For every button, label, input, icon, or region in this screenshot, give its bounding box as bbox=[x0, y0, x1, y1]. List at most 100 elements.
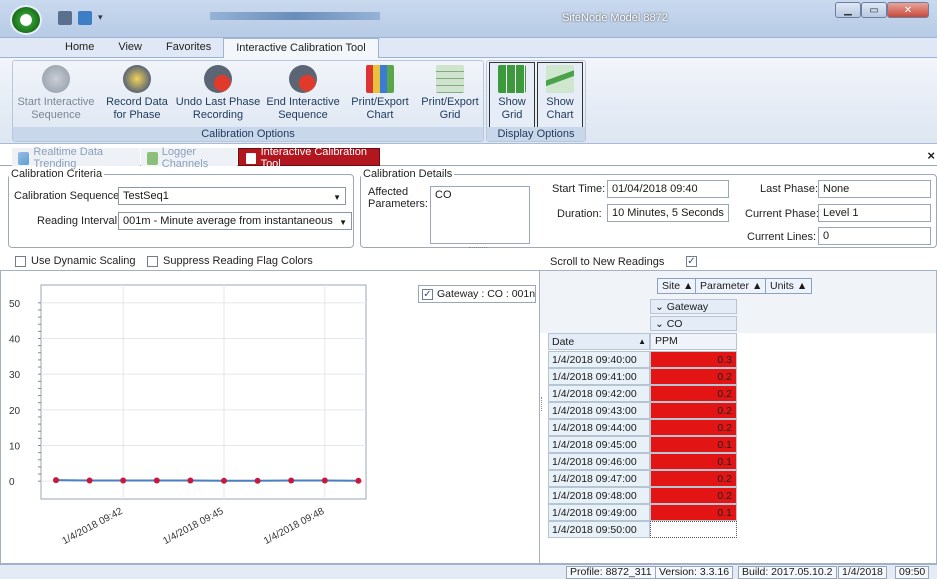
menu-favorites[interactable]: Favorites bbox=[154, 38, 223, 58]
data-point bbox=[120, 477, 127, 484]
scroll-new-readings-label: Scroll to New Readings bbox=[550, 256, 665, 268]
table-row-value[interactable]: 0.1 bbox=[650, 453, 737, 470]
maximize-icon[interactable]: ▭ bbox=[861, 2, 887, 18]
menu-home[interactable]: Home bbox=[53, 38, 106, 58]
tab-realtime-data-trending[interactable]: Realtime Data Trending bbox=[12, 146, 140, 170]
print-export-chart-button[interactable]: Print/Export Chart bbox=[347, 63, 413, 122]
start-interactive-sequence-button[interactable]: Start Interactive Sequence bbox=[15, 63, 97, 122]
status-profile: Profile: 8872_311 bbox=[566, 566, 656, 579]
table-row-value[interactable]: 0.1 bbox=[650, 436, 737, 453]
site-group-header[interactable]: ⌄ Gateway bbox=[650, 299, 737, 314]
data-point bbox=[187, 477, 194, 484]
data-point bbox=[86, 477, 93, 484]
display-options-group: Show Grid Show Chart Display Options bbox=[486, 60, 586, 142]
show-grid-button[interactable]: Show Grid bbox=[489, 62, 535, 128]
y-tick-label: 0 bbox=[9, 477, 15, 488]
suppress-flag-colors-checkbox[interactable] bbox=[147, 256, 158, 267]
suppress-flag-colors-label: Suppress Reading Flag Colors bbox=[163, 255, 313, 267]
parameter-group-header[interactable]: ⌄ CO bbox=[650, 316, 737, 331]
table-row-value[interactable]: 0.3 bbox=[650, 351, 737, 368]
data-point bbox=[355, 477, 362, 484]
button-label: Chart bbox=[366, 109, 394, 121]
calibration-sequence-label: Calibration Sequence: bbox=[14, 190, 123, 202]
table-row-value[interactable]: 0.1 bbox=[650, 504, 737, 521]
duration-value: 10 Minutes, 5 Seconds bbox=[607, 204, 729, 222]
date-column-header[interactable]: Date ▲ bbox=[548, 333, 650, 350]
table-row-value[interactable] bbox=[650, 521, 737, 538]
table-row-value[interactable]: 0.2 bbox=[650, 487, 737, 504]
parameter-column-chip[interactable]: Parameter ▲ bbox=[695, 278, 768, 294]
menu-interactive-calibration-tool[interactable]: Interactive Calibration Tool bbox=[223, 38, 379, 58]
end-interactive-sequence-button[interactable]: End Interactive Sequence bbox=[263, 63, 343, 122]
title-bar: ▾ SiteNode Model 8872 ▁ ▭ ✕ bbox=[0, 0, 937, 38]
table-row-date[interactable]: 1/4/2018 09:50:00 bbox=[548, 521, 650, 538]
legend-checkbox[interactable]: ✓ bbox=[422, 288, 433, 300]
button-label: Chart bbox=[546, 109, 574, 121]
current-lines-label: Current Lines: bbox=[747, 231, 817, 243]
splitter-handle-vertical[interactable] bbox=[541, 397, 544, 411]
window-title: SiteNode Model 8872 bbox=[562, 12, 668, 24]
table-row-value[interactable]: 0.2 bbox=[650, 385, 737, 402]
table-row-value[interactable]: 0.2 bbox=[650, 470, 737, 487]
calibration-icon bbox=[245, 151, 257, 165]
tab-logger-channels[interactable]: Logger Channels bbox=[141, 146, 237, 170]
dynamic-scaling-checkbox[interactable] bbox=[15, 256, 26, 267]
close-tab-icon[interactable]: × bbox=[927, 148, 935, 163]
table-row-date[interactable]: 1/4/2018 09:46:00 bbox=[548, 453, 650, 470]
button-label: End Interactive bbox=[266, 96, 340, 108]
x-tick-label: 1/4/2018 09:42 bbox=[61, 506, 125, 547]
site-column-chip[interactable]: Site ▲ bbox=[657, 278, 699, 294]
select-value: 001m - Minute average from instantaneous bbox=[123, 215, 333, 227]
data-point bbox=[288, 477, 295, 484]
chevron-down-icon: ▼ bbox=[333, 193, 341, 202]
record-data-button[interactable]: Record Data for Phase bbox=[101, 63, 173, 122]
status-bar: Profile: 8872_311 Version: 3.3.16 Build:… bbox=[0, 564, 937, 579]
table-row-date[interactable]: 1/4/2018 09:41:00 bbox=[548, 368, 650, 385]
last-phase-label: Last Phase: bbox=[760, 183, 819, 195]
close-window-icon[interactable]: ✕ bbox=[887, 2, 929, 18]
units-column-chip[interactable]: Units ▲ bbox=[765, 278, 813, 294]
data-point bbox=[321, 477, 328, 484]
current-phase-label: Current Phase: bbox=[745, 208, 819, 220]
chevron-down-icon: ▼ bbox=[339, 218, 347, 227]
chart-panel: 50 40 30 20 10 0 1/4/2018 09:42 1/4/2018 09:45 1… bbox=[0, 270, 541, 564]
table-row-value[interactable]: 0.2 bbox=[650, 368, 737, 385]
chip-label: Parameter bbox=[700, 280, 750, 292]
menu-view[interactable]: View bbox=[106, 38, 154, 58]
data-point bbox=[153, 477, 160, 484]
undo-last-phase-button[interactable]: Undo Last Phase Recording bbox=[175, 63, 261, 122]
start-sequence-icon bbox=[42, 65, 70, 93]
minimize-icon[interactable]: ▁ bbox=[835, 2, 861, 18]
show-chart-button[interactable]: Show Chart bbox=[537, 62, 583, 128]
table-row-date[interactable]: 1/4/2018 09:48:00 bbox=[548, 487, 650, 504]
button-label: Undo Last Phase bbox=[175, 96, 261, 108]
y-tick-label: 40 bbox=[9, 335, 21, 346]
sort-asc-icon: ▲ bbox=[638, 337, 646, 346]
button-label: Grid bbox=[501, 109, 523, 121]
series-line bbox=[55, 479, 359, 482]
table-row-date[interactable]: 1/4/2018 09:40:00 bbox=[548, 351, 650, 368]
table-row-value[interactable]: 0.2 bbox=[650, 419, 737, 436]
tab-interactive-calibration-tool[interactable]: Interactive Calibration Tool bbox=[238, 146, 380, 170]
table-row-date[interactable]: 1/4/2018 09:47:00 bbox=[548, 470, 650, 487]
undo-phase-icon bbox=[204, 65, 232, 93]
table-row-date[interactable]: 1/4/2018 09:42:00 bbox=[548, 385, 650, 402]
scroll-new-readings-checkbox[interactable]: ✓ bbox=[686, 256, 697, 267]
group-label: Calibration Options bbox=[13, 127, 483, 141]
calibration-sequence-select[interactable]: TestSeq1 ▼ bbox=[118, 187, 346, 205]
table-row-date[interactable]: 1/4/2018 09:45:00 bbox=[548, 436, 650, 453]
table-row-date[interactable]: 1/4/2018 09:43:00 bbox=[548, 402, 650, 419]
current-phase-value: Level 1 bbox=[818, 204, 931, 222]
splitter-handle[interactable] bbox=[469, 247, 487, 249]
table-row-date[interactable]: 1/4/2018 09:44:00 bbox=[548, 419, 650, 436]
button-label: Print/Export bbox=[421, 96, 479, 108]
table-row-date[interactable]: 1/4/2018 09:49:00 bbox=[548, 504, 650, 521]
table-row-value[interactable]: 0.2 bbox=[650, 402, 737, 419]
button-label: Start Interactive bbox=[17, 96, 95, 108]
chart-legend[interactable]: ✓ Gateway : CO : 001n bbox=[418, 285, 536, 303]
reading-interval-select[interactable]: 001m - Minute average from instantaneous… bbox=[118, 212, 352, 230]
affected-parameters-list[interactable]: CO bbox=[430, 186, 530, 244]
group-label: Display Options bbox=[487, 127, 585, 141]
calibration-criteria-panel: Calibration Criteria bbox=[8, 168, 354, 248]
print-export-grid-button[interactable]: Print/Export Grid bbox=[417, 63, 483, 122]
